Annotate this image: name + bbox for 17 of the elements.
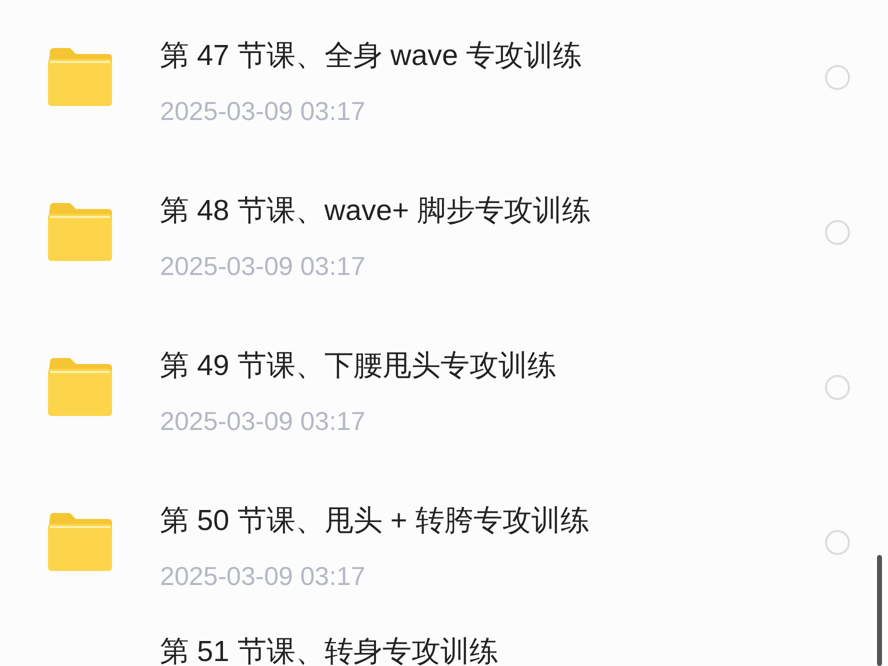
modified-date: 2025-03-09 03:17: [160, 405, 366, 438]
folder-name: 第 49 节课、下腰甩头专攻训练: [160, 349, 558, 384]
folder-name: 第 51 节课、转身专攻训练: [160, 638, 500, 666]
folder-icon: [46, 48, 114, 108]
modified-date: 2025-03-09 03:17: [160, 250, 366, 283]
select-radio[interactable]: [825, 65, 850, 90]
folder-icon: [46, 358, 114, 418]
folder-icon: [46, 203, 114, 263]
select-radio[interactable]: [825, 220, 850, 245]
folder-name: 第 47 节课、全身 wave 专攻训练: [160, 39, 584, 74]
folder-name: 第 48 节课、wave+ 脚步专攻训练: [160, 194, 592, 229]
select-radio[interactable]: [825, 375, 850, 400]
modified-date: 2025-03-09 03:17: [160, 560, 366, 593]
select-radio[interactable]: [825, 530, 850, 555]
folder-name: 第 50 节课、甩头 + 转胯专攻训练: [160, 504, 590, 539]
folder-icon: [46, 513, 114, 573]
modified-date: 2025-03-09 03:17: [160, 95, 366, 128]
